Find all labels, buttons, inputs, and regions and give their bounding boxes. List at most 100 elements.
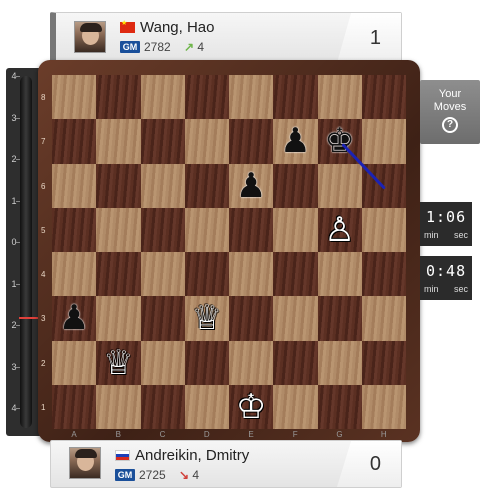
top-player-clock: 1:06 min sec [420,202,472,246]
file-label: E [248,430,254,439]
square-b8[interactable] [96,75,141,120]
black-pawn-icon[interactable]: ♟ [280,124,310,158]
square-h4[interactable] [361,252,406,297]
square-g4[interactable] [317,252,362,297]
top-clock-time: 1:06 [426,208,467,226]
square-g3[interactable] [317,296,362,341]
black-king-icon[interactable]: ♚ [324,124,354,158]
square-f3[interactable] [273,296,318,341]
square-f8[interactable] [273,75,318,120]
square-c6[interactable] [140,163,185,208]
bottom-clock-time: 0:48 [426,262,467,280]
square-f1[interactable] [273,384,318,429]
square-d1[interactable] [184,384,229,429]
square-g8[interactable] [317,75,362,120]
square-b4[interactable] [96,252,141,297]
square-a3[interactable]: ♟ [52,296,97,341]
square-a4[interactable] [52,252,97,297]
square-h7[interactable] [361,119,406,164]
square-c2[interactable] [140,340,185,385]
square-c4[interactable] [140,252,185,297]
rank-label: 6 [41,181,46,191]
square-f5[interactable] [273,207,318,252]
square-c3[interactable] [140,296,185,341]
square-d6[interactable] [184,163,229,208]
file-label: A [71,430,77,439]
square-e5[interactable] [229,207,274,252]
evaluation-tick [16,159,20,160]
your-moves-label-line1: Your [438,88,462,100]
file-label: D [203,430,210,439]
rank-label: 5 [41,225,46,235]
evaluation-tick [16,117,20,119]
square-b5[interactable] [96,207,141,252]
white-queen-icon[interactable]: ♕ [192,301,222,335]
square-h1[interactable] [361,384,406,429]
bottom-player-score-panel: 0 [337,441,401,487]
square-a7[interactable] [52,119,97,164]
file-label: C [159,430,166,439]
rank-label: 8 [41,93,46,102]
square-c1[interactable] [140,384,185,429]
chess-board[interactable]: ♟ ♚ ♟ ♙ ♟ ♕ ♕ ♔ [52,75,406,429]
square-d5[interactable] [184,207,229,252]
square-d3[interactable]: ♕ [184,296,229,341]
square-h5[interactable] [361,207,406,252]
square-a5[interactable] [52,207,97,252]
square-e7[interactable] [229,119,274,164]
square-f7[interactable]: ♟ [273,119,318,164]
square-f2[interactable] [273,340,318,385]
square-h6[interactable] [361,163,406,208]
square-g2[interactable] [317,340,362,385]
file-label: G [336,430,343,439]
square-e1[interactable]: ♔ [229,384,274,429]
square-g1[interactable] [317,384,362,429]
top-clock-sec-label: sec [454,230,469,240]
square-c7[interactable] [140,119,185,164]
square-e3[interactable] [229,296,274,341]
square-a2[interactable] [52,340,97,385]
square-b7[interactable] [96,119,141,164]
square-h8[interactable] [361,75,406,120]
square-d7[interactable] [184,119,229,164]
square-g6[interactable] [317,163,362,208]
top-player-rating: 2782 [144,40,171,54]
square-d4[interactable] [184,252,229,297]
rank-label: 3 [41,314,46,324]
square-g5[interactable]: ♙ [317,207,362,252]
square-d2[interactable] [184,340,229,385]
square-b6[interactable] [96,163,141,208]
white-king-icon[interactable]: ♔ [236,390,266,424]
square-e8[interactable] [229,75,274,120]
your-moves-button[interactable]: Your Moves ? [420,80,480,144]
square-h2[interactable] [361,340,406,385]
square-d8[interactable] [184,75,229,120]
black-pawn-icon[interactable]: ♟ [236,169,266,203]
square-f4[interactable] [273,252,318,297]
square-a1[interactable] [52,384,97,429]
bottom-player-card[interactable]: Andreikin, Dmitry GM 2725 ↘ 4 0 [50,440,402,488]
square-e6[interactable]: ♟ [229,163,274,208]
bottom-player-title-badge: GM [115,469,135,481]
square-c5[interactable] [140,207,185,252]
square-b1[interactable] [96,384,141,429]
square-b3[interactable] [96,296,141,341]
top-player-card[interactable]: Wang, Hao GM 2782 ↗ 4 1 [50,12,402,64]
square-b2[interactable]: ♕ [96,340,141,385]
evaluation-tick [16,242,20,243]
rating-down-arrow-icon: ↘ [179,468,190,482]
square-f6[interactable] [273,163,318,208]
square-a8[interactable] [52,75,97,120]
square-g7[interactable]: ♚ [317,119,362,164]
square-c8[interactable] [140,75,185,120]
your-moves-label-line2: Moves [433,101,467,113]
black-pawn-icon[interactable]: ♟ [59,301,89,335]
square-h3[interactable] [361,296,406,341]
square-e2[interactable] [229,340,274,385]
square-e4[interactable] [229,252,274,297]
square-a6[interactable] [52,163,97,208]
white-pawn-icon[interactable]: ♙ [324,213,354,247]
bottom-player-name: Andreikin, Dmitry [135,447,250,464]
white-queen-icon[interactable]: ♕ [103,346,133,380]
evaluation-tick [16,325,20,326]
